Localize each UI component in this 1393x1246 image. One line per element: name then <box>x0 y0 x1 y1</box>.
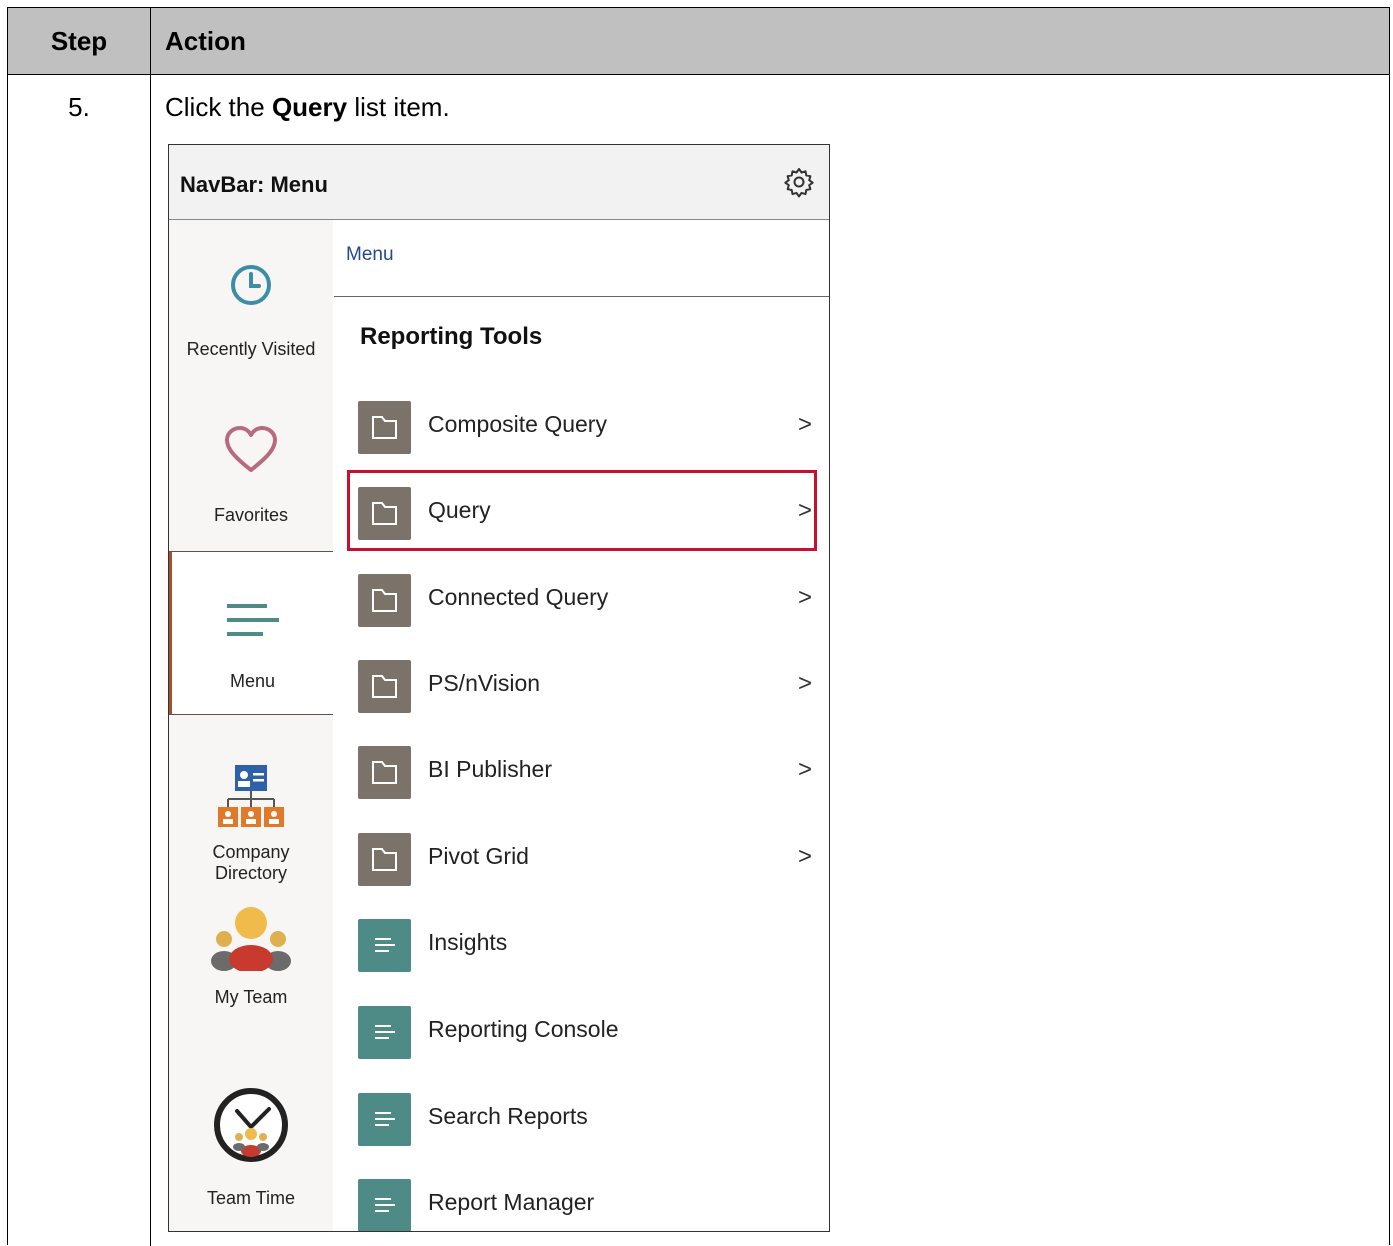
sidebar-label: My Team <box>214 987 288 1007</box>
table-header: Step Action <box>8 8 1389 75</box>
step-number: 5. <box>68 92 90 122</box>
sidebar-item-menu[interactable]: Menu <box>169 551 333 715</box>
section-title: Reporting Tools <box>360 323 543 350</box>
action-column-header: Action <box>165 26 246 56</box>
menu-item-reporting-console[interactable]: Reporting Console <box>358 1004 820 1064</box>
sidebar-label-line1: Company <box>212 842 290 862</box>
sidebar-item-my-team[interactable]: My Team <box>169 890 333 1045</box>
navbar-title: NavBar: Menu <box>180 172 328 197</box>
sidebar-item-favorites[interactable]: Favorites <box>169 385 333 550</box>
document-icon <box>358 1093 411 1146</box>
menu-item-label: Composite Query <box>428 411 607 437</box>
team-people-icon <box>211 907 291 971</box>
sidebar-label: Favorites <box>213 505 289 525</box>
sidebar-label: Team Time <box>206 1188 296 1208</box>
menu-item-report-manager[interactable]: Report Manager <box>358 1177 820 1231</box>
menu-item-composite-query[interactable]: Composite Query > <box>358 399 820 459</box>
step-column-header: Step <box>50 26 108 56</box>
folder-icon <box>358 574 411 627</box>
breadcrumb[interactable]: Menu <box>346 244 394 266</box>
instruction-text: Click the Query list item. <box>165 92 450 123</box>
instruction-prefix: Click the <box>165 92 265 122</box>
sidebar-label: Menu <box>229 671 276 691</box>
menu-item-pivot-grid[interactable]: Pivot Grid > <box>358 831 820 891</box>
chevron-right-icon: > <box>797 584 812 611</box>
folder-icon <box>358 833 411 886</box>
heart-icon <box>225 426 277 472</box>
instruction-target: Query <box>271 92 348 122</box>
menu-lines-icon <box>226 604 279 636</box>
menu-item-label: Connected Query <box>428 584 609 610</box>
menu-item-bi-publisher[interactable]: BI Publisher > <box>358 744 820 804</box>
folder-icon <box>358 401 411 454</box>
menu-item-label: Pivot Grid <box>428 843 529 869</box>
sidebar-label-line2: Directory <box>214 863 287 883</box>
sidebar-item-team-time[interactable]: Team Time <box>169 1045 333 1231</box>
chevron-right-icon: > <box>797 843 812 870</box>
sidebar-label: Recently Visited <box>186 339 316 359</box>
sidebar-item-recently-visited[interactable]: Recently Visited <box>169 220 333 385</box>
menu-item-label: PS/nVision <box>428 670 541 696</box>
sidebar-item-company-directory[interactable]: Company Directory <box>169 715 333 890</box>
chevron-right-icon: > <box>797 411 812 438</box>
menu-item-connected-query[interactable]: Connected Query > <box>358 572 820 632</box>
divider <box>334 296 829 297</box>
document-icon <box>358 1179 411 1231</box>
menu-item-search-reports[interactable]: Search Reports <box>358 1091 820 1151</box>
menu-item-label: Insights <box>428 929 508 955</box>
navbar-header: NavBar: Menu <box>169 145 829 220</box>
menu-item-ps-nvision[interactable]: PS/nVision > <box>358 658 820 718</box>
document-icon <box>358 919 411 972</box>
highlight-box <box>347 470 817 551</box>
clock-icon <box>231 265 271 305</box>
folder-icon <box>358 746 411 799</box>
chevron-right-icon: > <box>797 756 812 783</box>
menu-item-label: Report Manager <box>428 1189 595 1215</box>
gear-icon[interactable] <box>783 166 815 198</box>
team-clock-icon <box>214 1088 288 1162</box>
folder-icon <box>358 660 411 713</box>
navbar-menu-screenshot: NavBar: Menu Recently Visited Favorites … <box>168 144 830 1232</box>
menu-item-insights[interactable]: Insights <box>358 917 820 977</box>
step-table: Step Action 5. Click the Query list item… <box>7 7 1390 1246</box>
instruction-suffix: list item. <box>354 92 450 122</box>
chevron-right-icon: > <box>797 670 812 697</box>
navbar-sidebar: Recently Visited Favorites Menu Company … <box>169 220 333 1231</box>
menu-item-label: BI Publisher <box>428 756 553 782</box>
menu-item-label: Reporting Console <box>428 1016 619 1042</box>
column-divider <box>150 8 151 1246</box>
menu-item-label: Search Reports <box>428 1103 588 1129</box>
org-chart-icon <box>218 765 284 827</box>
document-icon <box>358 1006 411 1059</box>
